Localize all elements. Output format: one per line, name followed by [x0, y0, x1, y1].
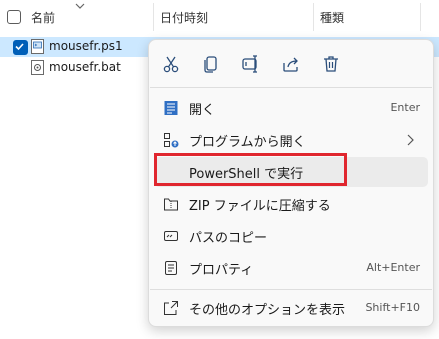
menu-item-label: プログラムから開く	[189, 135, 306, 150]
menu-item-label: その他のオプションを表示	[189, 303, 346, 318]
menu-item-shortcut: Shift+F10	[365, 301, 420, 314]
column-date[interactable]: 日付時刻	[160, 9, 208, 26]
column-name[interactable]: 名前	[31, 9, 55, 26]
cut-icon	[163, 56, 179, 73]
row-checkbox[interactable]	[13, 40, 28, 55]
select-all-checkbox[interactable]	[7, 10, 21, 24]
share-icon	[283, 57, 298, 72]
sort-chevron-icon[interactable]	[74, 2, 86, 10]
file-name[interactable]: mouse​fr.ps1	[49, 39, 123, 53]
copy-button[interactable]	[200, 53, 222, 75]
share-button[interactable]	[280, 53, 302, 75]
file-name[interactable]: mousefr.bat	[49, 60, 121, 74]
delete-button[interactable]	[320, 53, 342, 75]
menu-divider	[150, 87, 432, 88]
open-icon	[164, 101, 178, 115]
menu-divider	[150, 289, 432, 290]
more-options-icon	[164, 301, 178, 315]
delete-icon	[324, 56, 338, 72]
properties-icon	[165, 261, 177, 275]
menu-item-label: パスのコピー	[189, 231, 268, 246]
menu-item-label: プロパティ	[189, 263, 254, 278]
copy-icon	[204, 56, 217, 73]
cut-button[interactable]	[160, 53, 182, 75]
menu-item-compress-zip[interactable]: ZIP ファイルに圧縮する	[154, 189, 428, 219]
menu-item-properties[interactable]: プロパティ Alt+Enter	[154, 253, 428, 283]
menu-item-shortcut: Alt+Enter	[366, 261, 420, 274]
column-divider[interactable]	[153, 3, 154, 31]
open-with-icon	[164, 133, 179, 148]
menu-item-copy-path[interactable]: パスのコピー	[154, 221, 428, 251]
menu-item-shortcut: Enter	[390, 101, 420, 114]
batch-file-icon	[31, 60, 44, 75]
column-divider[interactable]	[313, 3, 314, 31]
checkmark-icon	[15, 43, 24, 51]
menu-item-label: 開く	[189, 103, 216, 118]
rename-icon	[242, 55, 257, 73]
zip-icon	[164, 198, 178, 211]
rename-button[interactable]	[240, 53, 262, 75]
column-type[interactable]: 種類	[320, 9, 344, 26]
column-divider[interactable]	[420, 3, 421, 31]
menu-item-open-with[interactable]: プログラムから開く	[154, 125, 428, 155]
menu-item-show-more-options[interactable]: その他のオプションを表示 Shift+F10	[154, 293, 428, 323]
column-header-row: 名前 日付時刻 種類	[0, 0, 439, 34]
menu-item-label: ZIP ファイルに圧縮する	[189, 199, 331, 214]
annotation-highlight-box	[154, 153, 347, 186]
copy-path-icon	[164, 231, 178, 241]
chevron-right-icon	[407, 134, 414, 146]
powershell-file-icon	[31, 39, 44, 54]
menu-item-open[interactable]: 開く Enter	[154, 93, 428, 123]
